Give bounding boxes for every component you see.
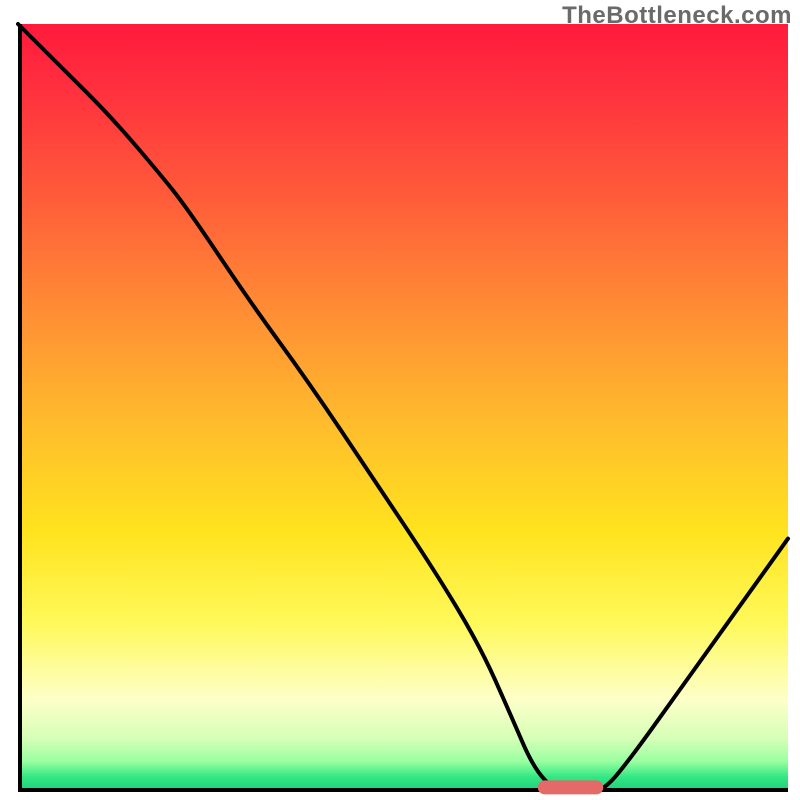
plot-area xyxy=(18,24,788,792)
overlay-svg xyxy=(18,24,788,792)
chart-canvas: TheBottleneck.com xyxy=(0,0,800,800)
optimal-marker xyxy=(538,780,604,794)
bottleneck-curve xyxy=(18,24,788,792)
